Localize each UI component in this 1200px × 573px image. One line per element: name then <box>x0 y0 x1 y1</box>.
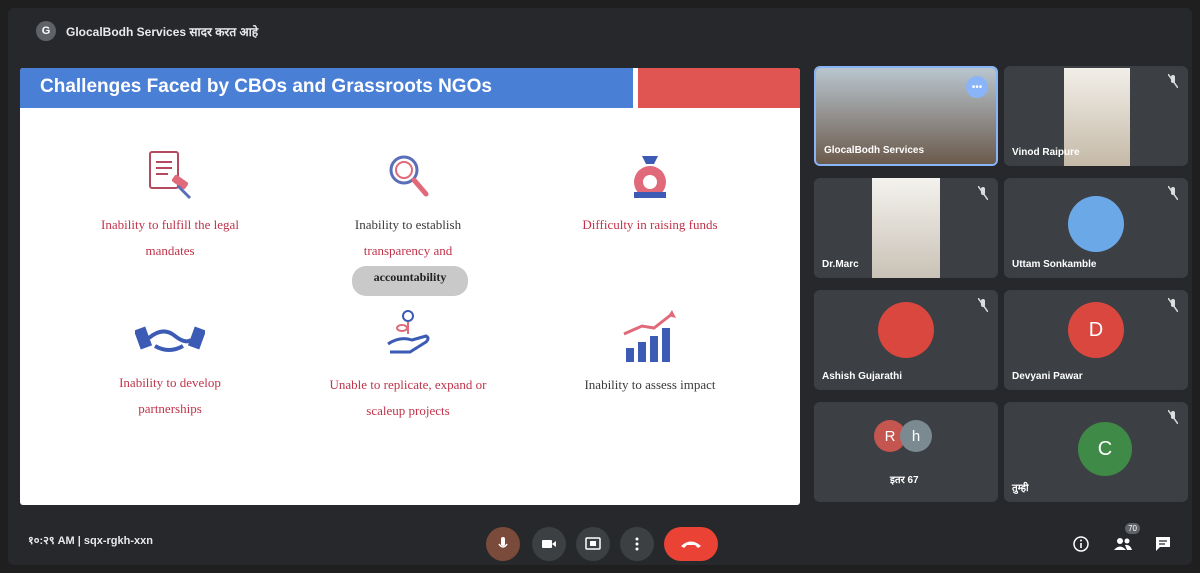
participant-tile[interactable]: Uttam Sonkamble <box>1004 178 1188 278</box>
participant-count-badge: 70 <box>1125 523 1140 534</box>
participant-tile[interactable]: D Devyani Pawar <box>1004 290 1188 390</box>
hand-plant-icon <box>387 310 430 354</box>
challenge-label: Inability to fulfill the legal <box>101 217 239 232</box>
more-options-button[interactable] <box>620 527 654 561</box>
participant-avatar: D <box>1068 302 1124 358</box>
mic-off-icon <box>978 186 988 200</box>
handshake-icon <box>135 326 205 352</box>
caption-overlay: accountability <box>352 266 468 296</box>
participant-avatar <box>1068 196 1124 252</box>
self-avatar: C <box>1078 422 1132 476</box>
meeting-window: G GlocalBodh Services सादर करत आहे Chall… <box>8 8 1192 565</box>
participant-tile[interactable]: Vinod Raipure <box>1004 66 1188 166</box>
challenge-item-partnerships: Inability to develop partnerships <box>50 318 290 422</box>
mic-off-icon <box>1168 410 1178 424</box>
others-tile[interactable]: R h इतर 67 <box>814 402 998 502</box>
others-count-label: इतर 67 <box>890 475 919 486</box>
participant-name: Ashish Gujarathi <box>822 371 903 382</box>
slide-title: Challenges Faced by CBOs and Grassroots … <box>20 68 633 108</box>
mic-off-icon <box>1168 298 1178 312</box>
participants-button[interactable]: 70 <box>1112 523 1140 555</box>
participant-name: Vinod Raipure <box>1012 147 1080 158</box>
legal-document-gavel-icon <box>149 151 192 200</box>
presenting-label: GlocalBodh Services सादर करत आहे <box>66 24 259 39</box>
slide-header: Challenges Faced by CBOs and Grassroots … <box>20 68 800 108</box>
mic-off-icon <box>1168 74 1178 88</box>
chat-icon <box>1156 537 1170 551</box>
leave-call-button[interactable] <box>664 527 718 561</box>
growth-bar-chart-icon <box>623 310 676 362</box>
hang-up-icon <box>681 541 701 548</box>
challenge-label-2: scaleup projects <box>366 403 450 418</box>
mic-off-icon <box>978 298 988 312</box>
money-bag-icon <box>634 156 666 198</box>
participant-name: Devyani Pawar <box>1012 371 1083 382</box>
camera-toggle-button[interactable] <box>532 527 566 561</box>
challenge-label: Inability to develop <box>119 375 221 390</box>
meeting-info-button[interactable] <box>1070 533 1092 555</box>
challenge-item-impact: Inability to assess impact <box>530 308 770 398</box>
participant-avatar <box>878 302 934 358</box>
slide-accent-bar <box>638 68 800 108</box>
participant-photo <box>872 178 940 278</box>
self-name: तुम्ही <box>1012 483 1029 494</box>
challenge-label: Inability to assess impact <box>584 377 716 392</box>
mic-icon <box>498 537 508 548</box>
presentation-topbar: G GlocalBodh Services सादर करत आहे <box>8 8 1192 54</box>
present-screen-button[interactable] <box>576 527 610 561</box>
more-vertical-icon <box>635 537 639 551</box>
participant-tile[interactable]: ••• GlocalBodh Services <box>814 66 998 166</box>
shared-slide: Challenges Faced by CBOs and Grassroots … <box>20 68 800 505</box>
presenter-avatar: G <box>36 21 56 41</box>
speaking-indicator-icon: ••• <box>966 76 988 98</box>
challenge-label: Inability to establish <box>354 217 462 232</box>
video-camera-icon <box>542 540 556 548</box>
mic-toggle-button[interactable] <box>486 527 520 561</box>
challenge-label-2: transparency and <box>363 243 453 258</box>
mic-off-icon <box>1168 186 1178 200</box>
self-tile[interactable]: C तुम्ही <box>1004 402 1188 502</box>
participant-name: Uttam Sonkamble <box>1012 259 1097 270</box>
meeting-time-code: १०:२९ AM | sqx-rgkh-xxn <box>28 535 153 547</box>
challenge-label-2: partnerships <box>138 401 202 416</box>
challenge-item-legal: Inability to fulfill the legal mandates <box>50 148 290 264</box>
people-icon <box>1114 538 1132 550</box>
participant-name: Dr.Marc <box>822 259 859 270</box>
participant-name: GlocalBodh Services <box>824 145 925 156</box>
challenge-item-scaleup: Unable to replicate, expand or scaleup p… <box>288 308 528 424</box>
info-icon <box>1073 536 1089 552</box>
participant-tile[interactable]: Dr.Marc <box>814 178 998 278</box>
challenge-item-transparency: Inability to establish transparency and <box>288 148 528 264</box>
present-screen-icon <box>585 537 601 550</box>
challenge-label-2: mandates <box>145 243 195 258</box>
chat-button[interactable] <box>1152 533 1174 555</box>
others-avatar: h <box>900 420 932 452</box>
challenge-label: Difficulty in raising funds <box>582 217 718 232</box>
participant-tile[interactable]: Ashish Gujarathi <box>814 290 998 390</box>
challenge-label: Unable to replicate, expand or <box>329 377 487 392</box>
meeting-controls: १०:२९ AM | sqx-rgkh-xxn 70 <box>8 507 1192 565</box>
challenge-item-funds: Difficulty in raising funds <box>530 148 770 238</box>
magnifying-glass-icon <box>389 155 429 197</box>
